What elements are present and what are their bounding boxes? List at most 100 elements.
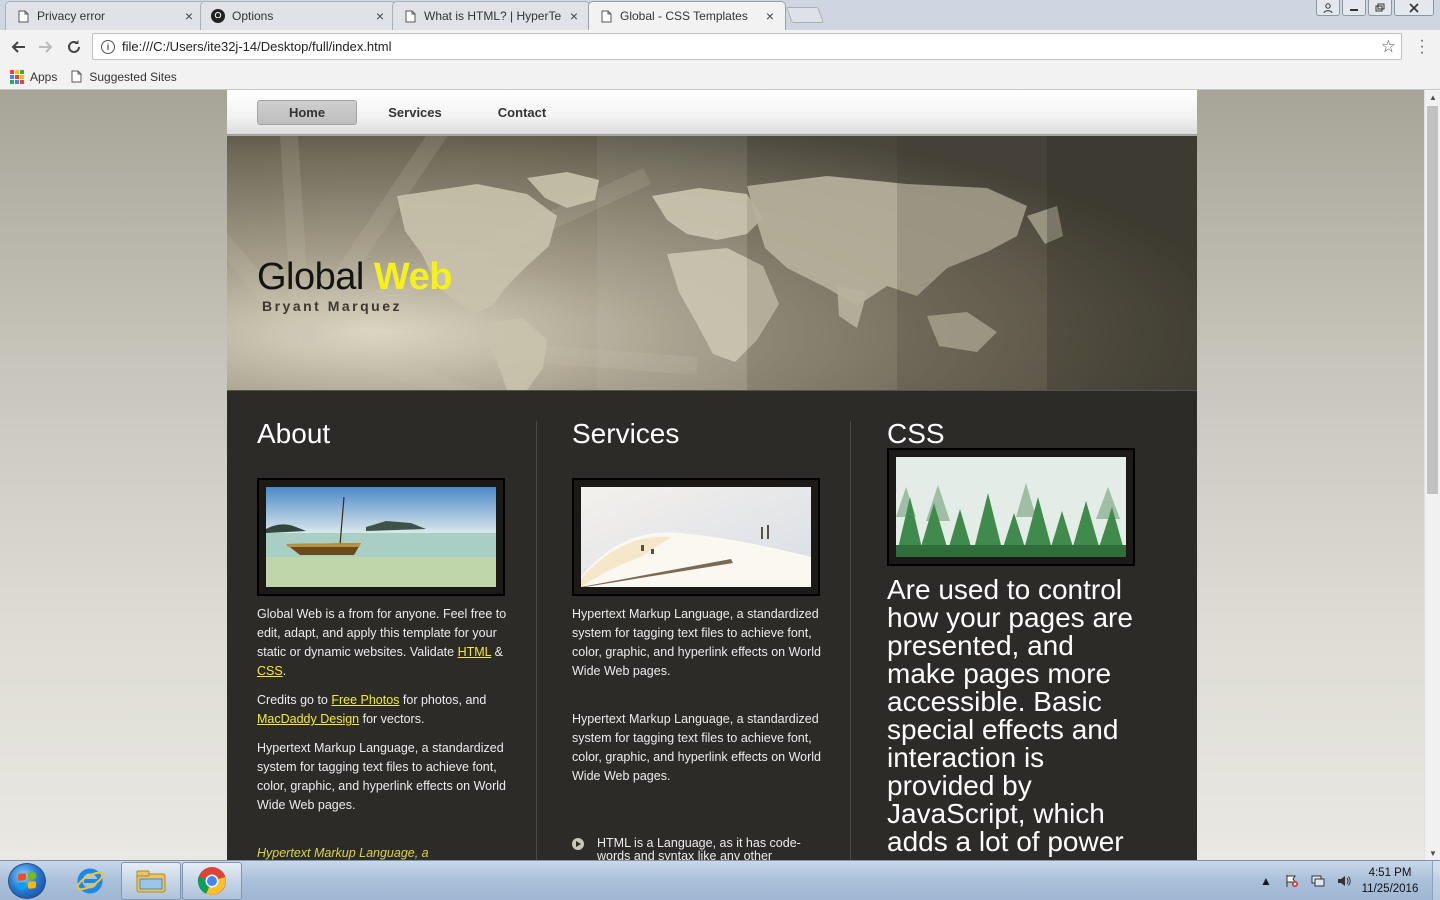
start-button[interactable] (8, 863, 46, 899)
vertical-scrollbar[interactable]: ▲ ▼ (1424, 90, 1440, 860)
boat-lake-image (266, 487, 496, 587)
about-image-frame (257, 478, 505, 596)
window-controls (1316, 0, 1434, 16)
restore-button[interactable] (1368, 0, 1392, 16)
minimize-button[interactable] (1342, 0, 1366, 16)
chrome-icon[interactable] (182, 862, 242, 900)
services-image-frame (572, 478, 820, 596)
tab-options[interactable]: Options × (200, 1, 396, 30)
reload-icon[interactable] (62, 35, 86, 59)
bookmark-label: Suggested Sites (89, 69, 177, 84)
about-paragraph-2: Credits go to Free Photos for photos, an… (257, 691, 507, 729)
about-paragraph-1: Global Web is a from for anyone. Feel fr… (257, 605, 507, 681)
bookmark-star-icon[interactable]: ☆ (1381, 37, 1396, 57)
macdaddy-design-link[interactable]: MacDaddy Design (257, 712, 359, 726)
bookmark-apps[interactable]: Apps (10, 69, 57, 84)
css-column: CSS Are used to control how your pages a… (887, 391, 1167, 860)
text: . (282, 664, 287, 678)
windows-taskbar: ▲ 4:51 PM 11/25/2016 (0, 860, 1440, 900)
bookmark-suggested-sites[interactable]: Suggested Sites (71, 69, 177, 84)
snow-hill-image (581, 487, 811, 587)
site-nav: Home Services Contact (227, 90, 1197, 135)
page-icon (71, 70, 82, 83)
user-icon[interactable] (1316, 0, 1340, 16)
page-viewport[interactable]: Home Services Contact Global Web Bryant … (0, 90, 1424, 860)
services-heading: Services (572, 418, 680, 449)
tab-global-css-templates[interactable]: Global - CSS Templates × (588, 1, 786, 30)
network-icon[interactable] (1310, 874, 1326, 888)
tab-title: What is HTML? | HyperTe (424, 9, 562, 23)
scrollbar-thumb[interactable] (1427, 106, 1438, 494)
column-divider (850, 421, 851, 860)
tab-privacy-error[interactable]: Privacy error × (5, 1, 205, 30)
tab-title: Global - CSS Templates (620, 9, 748, 23)
close-icon[interactable]: × (763, 8, 777, 24)
info-icon[interactable]: i (101, 39, 115, 54)
content-area: About Global Web is a from for anyone. F… (227, 390, 1197, 860)
close-icon[interactable]: × (373, 8, 387, 24)
nav-services[interactable]: Services (375, 100, 455, 125)
misty-forest-image (896, 457, 1126, 557)
tab-strip: Privacy error × Options × What is HTML? … (0, 0, 1440, 30)
header-banner: Global Web Bryant Marquez (227, 136, 1197, 390)
chrome-menu-icon[interactable]: · · · (1414, 33, 1430, 61)
site-title-accent: Web (373, 256, 453, 298)
taskbar-clock[interactable]: 4:51 PM 11/25/2016 (1352, 865, 1428, 897)
close-window-button[interactable] (1394, 0, 1434, 16)
page-icon (403, 9, 417, 23)
nav-contact[interactable]: Contact (485, 100, 559, 125)
file-explorer-icon[interactable] (121, 862, 181, 900)
services-column: Services Hypertext Markup Language, a st… (572, 391, 832, 860)
services-paragraph-1: Hypertext Markup Language, a standardize… (572, 607, 821, 678)
internet-explorer-icon[interactable] (60, 862, 120, 900)
play-bullet-icon (572, 838, 584, 850)
github-icon (211, 9, 225, 23)
clock-date: 11/25/2016 (1361, 883, 1419, 895)
site-title: Global Web (257, 256, 452, 299)
list-item-text: HTML is a Language, as it has code-words… (597, 836, 801, 861)
close-icon[interactable]: × (182, 8, 196, 24)
action-center-flag-icon[interactable] (1284, 874, 1300, 888)
text: & (491, 645, 503, 659)
about-paragraph-4: Hypertext Markup Language, a (257, 846, 429, 860)
text: Credits go to (257, 693, 332, 707)
html-link[interactable]: HTML (458, 645, 492, 659)
site-subtitle: Bryant Marquez (262, 298, 403, 314)
show-desktop-button[interactable] (1432, 861, 1440, 900)
about-paragraph-3: Hypertext Markup Language, a standardize… (257, 741, 506, 812)
services-list-item: HTML is a Language, as it has code-words… (572, 837, 822, 860)
site-title-main: Global (257, 256, 364, 298)
volume-icon[interactable] (1336, 874, 1352, 888)
windows-logo-icon (18, 872, 36, 890)
scroll-down-arrow-icon[interactable]: ▼ (1425, 846, 1440, 860)
about-heading: About (257, 418, 331, 449)
back-arrow-icon[interactable] (6, 35, 30, 59)
page-icon (16, 9, 30, 23)
browser-toolbar: i file:///C:/Users/ite32j-14/Desktop/ful… (0, 30, 1440, 64)
forward-arrow-icon[interactable] (34, 35, 58, 59)
site-container: Home Services Contact Global Web Bryant … (227, 90, 1197, 860)
bookmarks-bar: Apps Suggested Sites (0, 64, 1440, 90)
tab-title: Options (232, 9, 274, 23)
close-icon[interactable]: × (567, 8, 581, 24)
css-link[interactable]: CSS (257, 664, 283, 678)
new-tab-button[interactable] (786, 7, 824, 23)
nav-home[interactable]: Home (257, 100, 357, 125)
show-hidden-icons-arrow-icon[interactable]: ▲ (1258, 874, 1274, 888)
text: for photos, and (399, 693, 487, 707)
about-column: About Global Web is a from for anyone. F… (257, 391, 517, 860)
column-divider (536, 421, 537, 860)
scroll-up-arrow-icon[interactable]: ▲ (1425, 90, 1440, 104)
apps-grid-icon (10, 69, 24, 84)
css-heading: CSS (887, 418, 945, 449)
services-paragraph-2: Hypertext Markup Language, a standardize… (572, 712, 821, 783)
free-photos-link[interactable]: Free Photos (331, 693, 399, 707)
text: for vectors. (359, 712, 425, 726)
tab-what-is-html[interactable]: What is HTML? | HyperTe × (392, 1, 590, 30)
page-icon (599, 9, 613, 23)
clock-time: 4:51 PM (1368, 867, 1412, 879)
system-tray: ▲ (1258, 861, 1352, 900)
css-image-frame (887, 448, 1135, 566)
css-description: Are used to control how your pages are p… (887, 574, 1133, 857)
address-bar[interactable]: i file:///C:/Users/ite32j-14/Desktop/ful… (92, 33, 1402, 60)
